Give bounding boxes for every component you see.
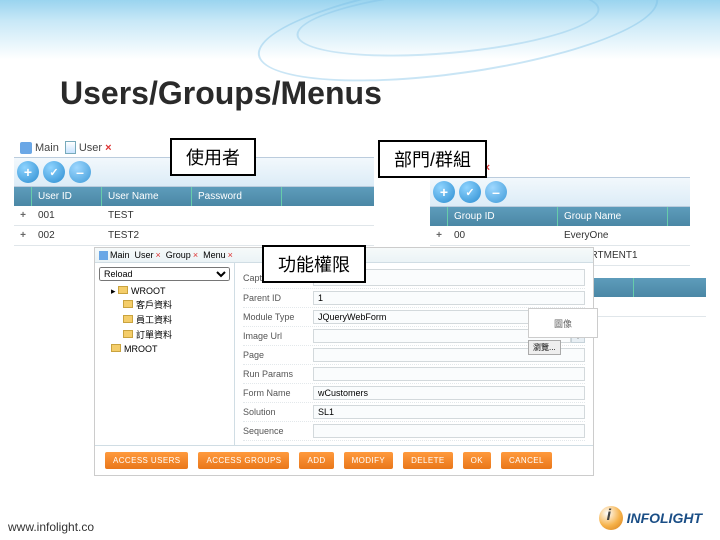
delete-button[interactable]: DELETE	[403, 452, 453, 469]
table-row[interactable]: + 001 TEST	[14, 206, 374, 226]
expand-icon[interactable]: +	[14, 226, 32, 245]
folder-icon	[118, 286, 128, 294]
add-button[interactable]: +	[17, 161, 39, 183]
page-label: Page	[243, 350, 313, 360]
label-menus: 功能權限	[262, 245, 366, 283]
add-button[interactable]: ADD	[299, 452, 333, 469]
cancel-button[interactable]: CANCEL	[501, 452, 552, 469]
expand-icon[interactable]: +	[430, 226, 448, 245]
image-picker: 圖像 瀏覽...	[528, 308, 598, 355]
image-preview: 圖像	[528, 308, 598, 338]
footer-url: www.infolight.co	[8, 520, 94, 534]
tab-user[interactable]: User ×	[135, 250, 161, 260]
label-groups: 部門/群組	[378, 140, 487, 178]
tab-group[interactable]: Group ×	[166, 250, 198, 260]
modify-button[interactable]: MODIFY	[344, 452, 394, 469]
parentid-label: Parent ID	[243, 293, 313, 303]
solution-label: Solution	[243, 407, 313, 417]
tree-node[interactable]: 訂單資料	[123, 327, 230, 342]
tree-node[interactable]: 客戶資料	[123, 297, 230, 312]
access-users-button[interactable]: ACCESS USERS	[105, 452, 188, 469]
expand-icon[interactable]: +	[14, 206, 32, 225]
moduletype-label: Module Type	[243, 312, 313, 322]
add-button[interactable]: +	[433, 181, 455, 203]
logo-icon	[599, 506, 623, 530]
logo-text: INFOLIGHT	[627, 510, 702, 526]
tab-main[interactable]: Main	[99, 250, 130, 260]
close-icon[interactable]: ×	[156, 250, 161, 260]
user-icon	[65, 141, 76, 154]
runparams-input[interactable]	[313, 367, 585, 381]
ok-button[interactable]: OK	[463, 452, 491, 469]
label-users: 使用者	[170, 138, 256, 176]
runparams-label: Run Params	[243, 369, 313, 379]
menu-tree: Reload ▸ WROOT 客戶資料 員工資料 訂單資料 MROOT	[95, 263, 235, 445]
tree-node[interactable]: 員工資料	[123, 312, 230, 327]
formname-input[interactable]: wCustomers	[313, 386, 585, 400]
header-decoration	[0, 0, 720, 70]
apply-button[interactable]	[43, 161, 65, 183]
reload-select[interactable]: Reload	[99, 267, 230, 281]
users-grid-header: User ID User Name Password	[14, 187, 374, 206]
groups-toolbar: + –	[430, 177, 690, 207]
table-row[interactable]: + 002 TEST2	[14, 226, 374, 246]
access-groups-button[interactable]: ACCESS GROUPS	[198, 452, 289, 469]
tab-user[interactable]: User ×	[65, 141, 112, 154]
folder-icon	[123, 315, 133, 323]
close-icon[interactable]: ×	[193, 250, 198, 260]
tree-node[interactable]: MROOT	[111, 343, 230, 355]
home-icon	[99, 251, 108, 260]
home-icon	[20, 142, 32, 154]
solution-input[interactable]: SL1	[313, 405, 585, 419]
browse-button[interactable]: 瀏覽...	[528, 340, 561, 355]
remove-button[interactable]: –	[69, 161, 91, 183]
formname-label: Form Name	[243, 388, 313, 398]
folder-icon	[111, 344, 121, 352]
close-icon[interactable]: ×	[105, 142, 111, 154]
sequence-input[interactable]	[313, 424, 585, 438]
brand-logo: INFOLIGHT	[599, 506, 702, 530]
tab-main[interactable]: Main	[20, 142, 59, 154]
menu-button-bar: ACCESS USERS ACCESS GROUPS ADD MODIFY DE…	[95, 445, 593, 475]
tab-menu[interactable]: Menu ×	[203, 250, 233, 260]
tree-node[interactable]: ▸ WROOT 客戶資料 員工資料 訂單資料	[111, 285, 230, 343]
imageurl-label: Image Url	[243, 331, 313, 341]
remove-button[interactable]: –	[485, 181, 507, 203]
folder-icon	[123, 300, 133, 308]
close-icon[interactable]: ×	[228, 250, 233, 260]
groups-grid-header: Group ID Group Name	[430, 207, 690, 226]
table-row[interactable]: + 00 EveryOne	[430, 226, 690, 246]
apply-button[interactable]	[459, 181, 481, 203]
parentid-input[interactable]: 1	[313, 291, 585, 305]
folder-icon	[123, 330, 133, 338]
page-title: Users/Groups/Menus	[60, 75, 382, 112]
sequence-label: Sequence	[243, 426, 313, 436]
